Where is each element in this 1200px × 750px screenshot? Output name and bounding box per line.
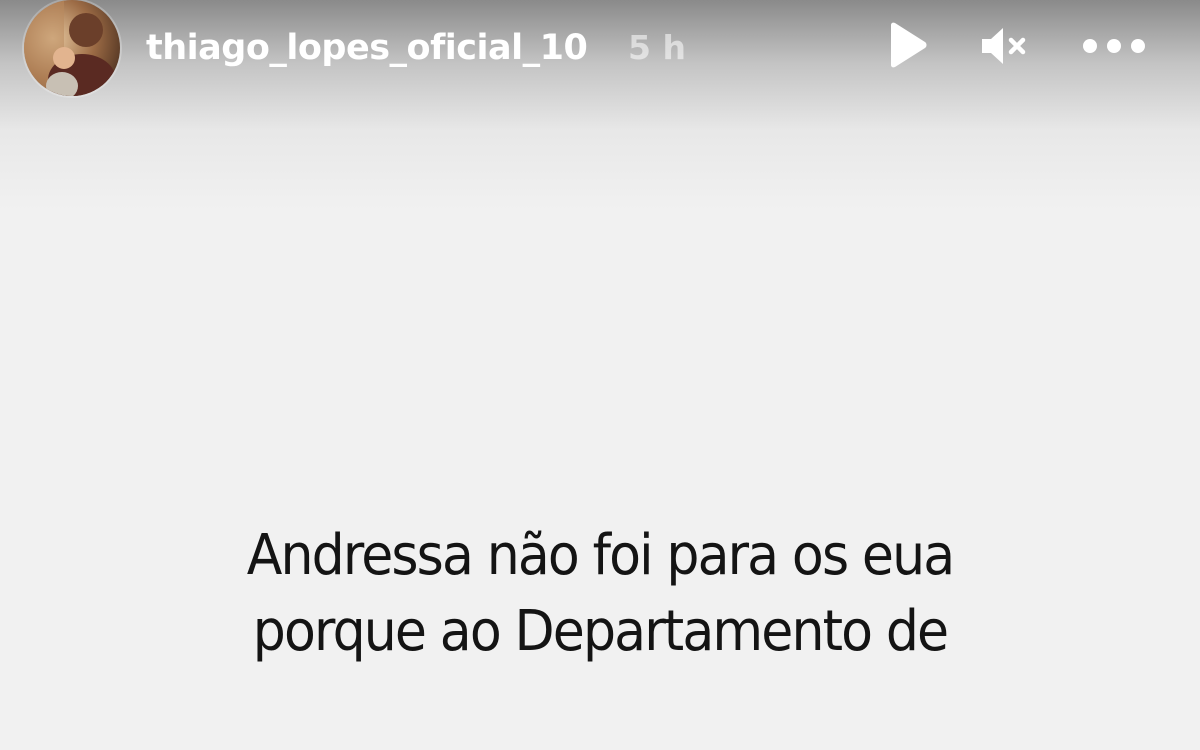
more-options-button[interactable] [1080,20,1148,72]
avatar-image [24,0,120,96]
play-button[interactable] [884,20,930,72]
caption-line: Andressa não foi para os eua [246,523,955,588]
story-viewer[interactable]: thiago_lopes_oficial_10 5 h Andressa não… [0,0,1200,750]
story-timestamp: 5 h [628,28,686,67]
mute-button[interactable] [978,20,1030,72]
play-icon [891,22,927,68]
caption-line: porque ao Departamento de [252,599,949,664]
more-options-icon [1083,39,1145,53]
author-username[interactable]: thiago_lopes_oficial_10 [146,22,588,74]
story-header: thiago_lopes_oficial_10 5 h [0,0,1200,100]
story-caption: Andressa não foi para os eua porque ao D… [42,518,1158,670]
speaker-muted-icon [982,28,1026,64]
author-avatar[interactable] [24,0,120,96]
